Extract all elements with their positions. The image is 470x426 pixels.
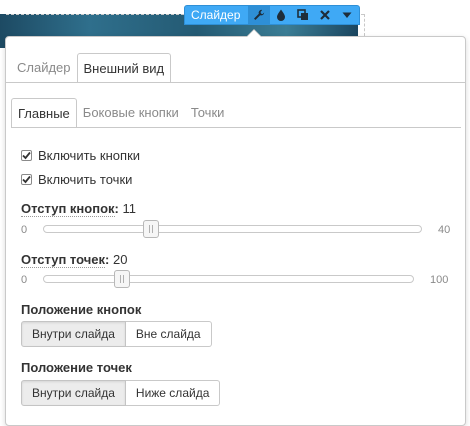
dot-position-inside[interactable]: Внутри слайда xyxy=(21,380,126,406)
element-toolbar: Слайдер xyxy=(184,5,360,25)
button-offset-thumb[interactable] xyxy=(142,220,159,238)
button-position-outside[interactable]: Вне слайда xyxy=(125,321,212,347)
dot-offset-value: 20 xyxy=(113,252,128,267)
button-offset-max: 40 xyxy=(438,224,451,236)
tab-main[interactable]: Главные xyxy=(11,98,77,128)
button-offset-min: 0 xyxy=(21,224,28,236)
button-offset-value: 11 xyxy=(122,201,137,216)
selection-outline-right xyxy=(364,14,366,36)
tab-slider[interactable]: Слайдер xyxy=(11,53,77,83)
dot-position-group: Внутри слайда Ниже слайда xyxy=(21,380,221,406)
panel-pointer-inner xyxy=(247,30,261,37)
tab-dots[interactable]: Точки xyxy=(185,98,231,128)
tab-side-buttons[interactable]: Боковые кнопки xyxy=(77,98,185,128)
button-offset-heading: Отступ кнопок: 11 xyxy=(21,201,137,217)
wrench-icon[interactable] xyxy=(248,6,271,24)
button-position-inside[interactable]: Внутри слайда xyxy=(21,321,126,347)
caret-down-icon[interactable] xyxy=(336,6,358,24)
button-position-group: Внутри слайда Вне слайда xyxy=(21,321,212,347)
dot-offset-thumb[interactable] xyxy=(114,270,130,288)
dot-offset-heading: Отступ точек: 20 xyxy=(21,252,128,268)
button-position-heading: Положение кнопок xyxy=(21,302,142,317)
checkbox-label: Включить точки xyxy=(38,172,133,187)
tab-appearance[interactable]: Внешний вид xyxy=(76,53,172,83)
drop-icon[interactable] xyxy=(270,6,292,24)
dot-offset-max: 100 xyxy=(430,274,449,286)
copy-icon[interactable] xyxy=(292,6,314,24)
top-tabs: Слайдер Внешний вид xyxy=(11,53,172,83)
dot-offset-min: 0 xyxy=(21,274,28,286)
checkbox-checked-icon[interactable] xyxy=(21,150,32,161)
sub-tabs-divider xyxy=(11,127,461,128)
checkbox-label: Включить кнопки xyxy=(38,148,141,163)
dot-position-heading: Положение точек xyxy=(21,360,132,375)
dot-position-below[interactable]: Ниже слайда xyxy=(125,380,221,406)
checkbox-enable-dots[interactable]: Включить точки xyxy=(21,172,132,187)
close-icon[interactable] xyxy=(314,6,336,24)
top-tabs-divider xyxy=(6,82,465,83)
checkbox-checked-icon[interactable] xyxy=(21,174,32,185)
toolbar-title: Слайдер xyxy=(191,8,241,22)
sub-tabs: Главные Боковые кнопки Точки xyxy=(11,98,230,128)
checkbox-enable-buttons[interactable]: Включить кнопки xyxy=(21,148,140,163)
button-offset-label: Отступ кнопок xyxy=(21,201,115,217)
dot-offset-label: Отступ точек xyxy=(21,252,106,268)
dot-offset-track[interactable] xyxy=(43,275,414,283)
button-offset-track[interactable] xyxy=(43,225,422,233)
